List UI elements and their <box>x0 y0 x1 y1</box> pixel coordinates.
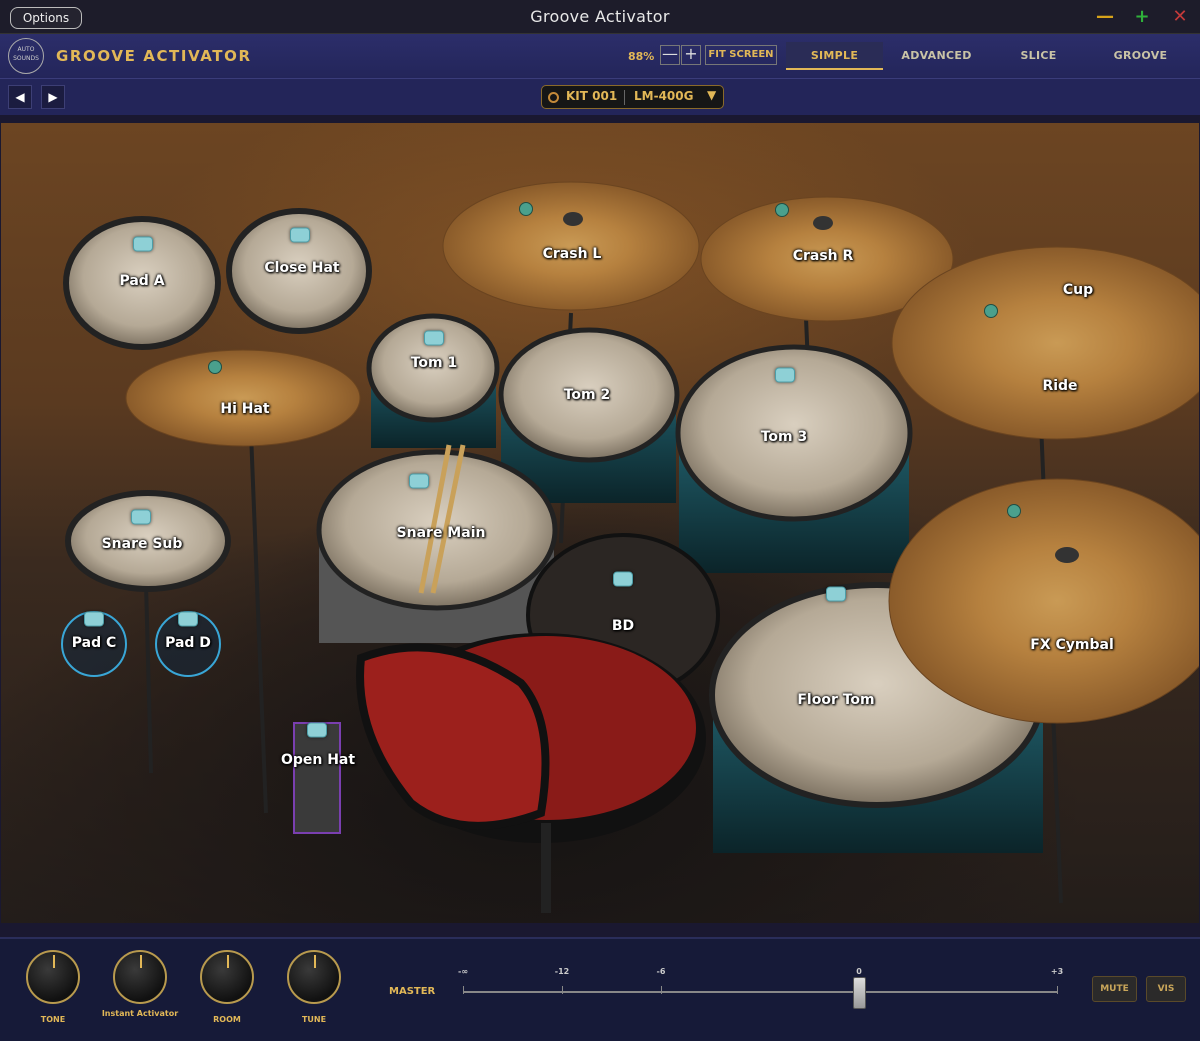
scale-label-plus-3: +3 <box>1050 967 1064 976</box>
ride-label[interactable]: Ride <box>1042 378 1077 394</box>
pad-c-trigger-icon[interactable] <box>84 611 104 627</box>
app-header: AUTO SOUNDS GROOVE ACTIVATOR 88% — + FIT… <box>0 34 1200 78</box>
fx-cymbal-dot-icon[interactable] <box>1007 504 1021 518</box>
kit-separator <box>624 90 625 105</box>
tone-label: TONE <box>40 1015 66 1024</box>
kit-indicator-icon <box>548 92 559 103</box>
tom-1-label[interactable]: Tom 1 <box>411 355 458 371</box>
tom-3-label[interactable]: Tom 3 <box>761 429 808 445</box>
tone-knob[interactable] <box>26 950 80 1004</box>
knob-indicator <box>140 955 142 968</box>
kit-bar: ◀ ▶ KIT 001 LM-400G ▼ <box>0 78 1200 115</box>
pad-a-label[interactable]: Pad A <box>119 273 164 289</box>
knob-indicator <box>227 955 229 968</box>
minimize-icon[interactable]: — <box>1095 6 1115 27</box>
kit-name: LM-400G <box>634 89 694 103</box>
snare-main-label[interactable]: Snare Main <box>397 525 486 541</box>
close-hat-label[interactable]: Close Hat <box>264 260 339 276</box>
maximize-icon[interactable]: + <box>1132 6 1152 27</box>
app-title: GROOVE ACTIVATOR <box>56 47 252 65</box>
zoom-out-button[interactable]: — <box>660 45 680 65</box>
room-label: ROOM <box>213 1015 241 1024</box>
crash-r-label[interactable]: Crash R <box>793 248 854 264</box>
bottom-control-bar: TONE Instant Activator ROOM TUNE MASTER … <box>0 937 1200 1041</box>
chevron-down-icon: ▼ <box>707 88 717 102</box>
scale-label-neg-inf: -∞ <box>458 967 468 976</box>
close-hat-trigger-icon[interactable] <box>290 227 310 243</box>
tab-groove[interactable]: GROOVE <box>1092 42 1189 70</box>
floor-tom-label[interactable]: Floor Tom <box>797 692 874 708</box>
pad-d-trigger-icon[interactable] <box>178 611 198 627</box>
knob-indicator <box>53 955 55 968</box>
fx-cymbal-label[interactable]: FX Cymbal <box>1030 637 1114 653</box>
master-label: MASTER <box>389 986 436 997</box>
tom-1-trigger-icon[interactable] <box>424 330 444 346</box>
zoom-level: 88% <box>628 50 655 63</box>
crash-l-label[interactable]: Crash L <box>543 246 602 262</box>
window-title: Groove Activator <box>530 7 670 26</box>
cup-label[interactable]: Cup <box>1063 282 1093 298</box>
fader-tick <box>562 986 563 994</box>
instant-activator-label: Instant Activator <box>101 1009 179 1018</box>
fader-tick <box>463 986 464 994</box>
kit-selector[interactable]: KIT 001 LM-400G ▼ <box>541 85 724 109</box>
pad-d-label[interactable]: Pad D <box>165 635 211 651</box>
window-titlebar: Options Groove Activator — + ✕ <box>0 0 1200 34</box>
next-kit-button[interactable]: ▶ <box>41 85 65 109</box>
drum-kit-artwork <box>63 181 1199 913</box>
pad-a-trigger-icon[interactable] <box>133 236 153 252</box>
snare-main-trigger-icon[interactable] <box>409 473 429 489</box>
vis-button[interactable]: VIS <box>1146 976 1186 1002</box>
pad-c-label[interactable]: Pad C <box>72 635 117 651</box>
bd-label[interactable]: BD <box>612 618 634 634</box>
master-fader-track[interactable] <box>463 991 1057 993</box>
floor-tom-trigger-icon[interactable] <box>826 586 846 602</box>
tom-2-label[interactable]: Tom 2 <box>564 387 611 403</box>
hi-hat-dot-icon[interactable] <box>208 360 222 374</box>
tune-knob[interactable] <box>287 950 341 1004</box>
drum-kit-stage: Pad A Close Hat Crash L Crash R Cup Ride… <box>1 123 1199 923</box>
mute-button[interactable]: MUTE <box>1092 976 1137 1002</box>
tab-advanced[interactable]: ADVANCED <box>888 42 985 70</box>
tune-label: TUNE <box>301 1015 327 1024</box>
instant-activator-knob[interactable] <box>113 950 167 1004</box>
ride-dot-icon[interactable] <box>984 304 998 318</box>
knob-indicator <box>314 955 316 968</box>
fader-tick <box>1057 986 1058 994</box>
tom-3-trigger-icon[interactable] <box>775 367 795 383</box>
crash-l-dot-icon[interactable] <box>519 202 533 216</box>
fader-tick <box>661 986 662 994</box>
open-hat-label[interactable]: Open Hat <box>281 752 355 768</box>
scale-label-minus-6: -6 <box>656 967 666 976</box>
room-knob[interactable] <box>200 950 254 1004</box>
zoom-in-button[interactable]: + <box>681 45 701 65</box>
crash-r-dot-icon[interactable] <box>775 203 789 217</box>
tab-simple[interactable]: SIMPLE <box>786 42 883 70</box>
snare-sub-label[interactable]: Snare Sub <box>102 536 183 552</box>
brand-logo: AUTO SOUNDS <box>8 38 44 74</box>
fit-screen-button[interactable]: FIT SCREEN <box>705 45 777 65</box>
bd-trigger-icon[interactable] <box>613 571 633 587</box>
master-fader-handle[interactable] <box>853 977 866 1009</box>
scale-label-0: 0 <box>856 967 862 976</box>
kit-number: KIT 001 <box>566 89 618 103</box>
snare-sub-trigger-icon[interactable] <box>131 509 151 525</box>
prev-kit-button[interactable]: ◀ <box>8 85 32 109</box>
scale-label-minus-12: -12 <box>554 967 570 976</box>
hi-hat-label[interactable]: Hi Hat <box>220 401 269 417</box>
close-icon[interactable]: ✕ <box>1170 6 1190 27</box>
tab-slice[interactable]: SLICE <box>990 42 1087 70</box>
open-hat-trigger-icon[interactable] <box>307 722 327 738</box>
